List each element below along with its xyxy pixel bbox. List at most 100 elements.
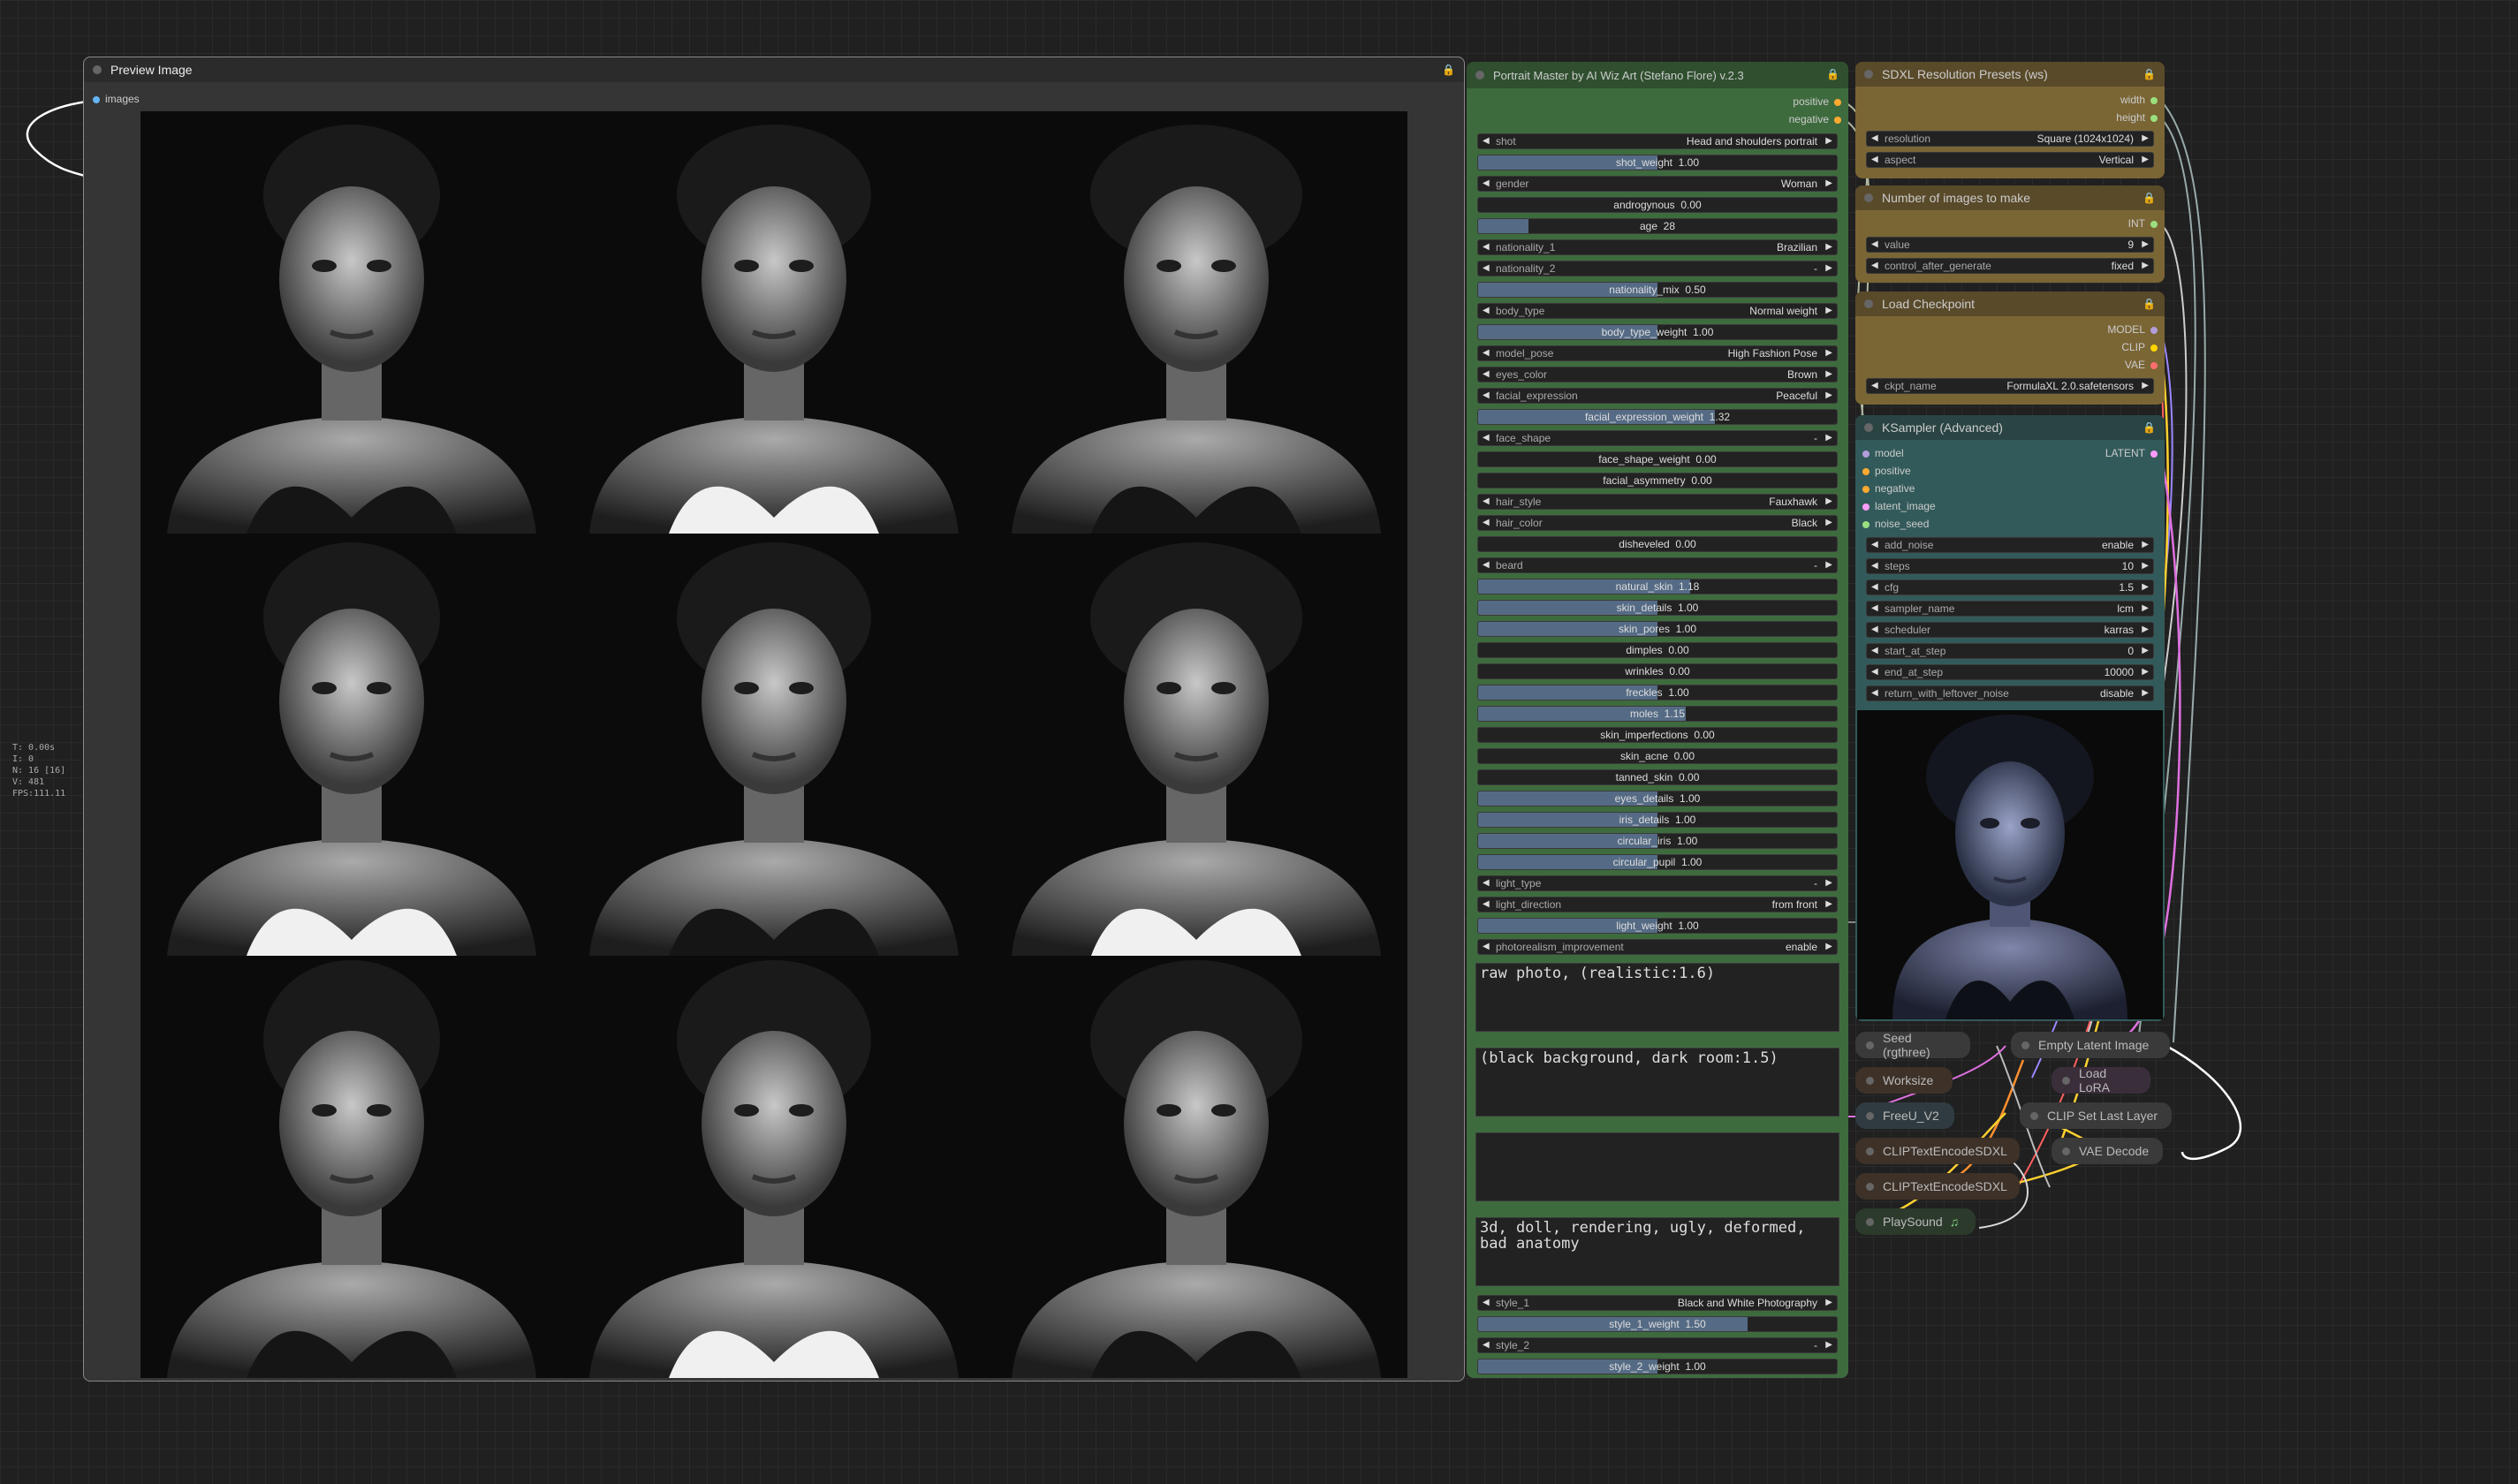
slider-tanned-skin[interactable]: tanned_skin 0.00 xyxy=(1477,769,1838,785)
collapse-dot-icon[interactable] xyxy=(2021,1041,2029,1049)
output-negative[interactable]: negative xyxy=(1789,113,1841,125)
combo-eyes-color[interactable]: ◀ eyes_color Brown ▶ xyxy=(1477,367,1838,382)
combo-resolution[interactable]: ◀ resolution Square (1024x1024) ▶ xyxy=(1866,131,2154,147)
output-dot-icon[interactable] xyxy=(1834,99,1841,106)
decrement-arrow-icon[interactable]: ◀ xyxy=(1871,259,1878,273)
input-noise-seed[interactable]: noise_seed xyxy=(1862,518,1929,530)
collapse-dot-icon[interactable] xyxy=(2030,1111,2038,1120)
decrement-arrow-icon[interactable]: ◀ xyxy=(1871,665,1878,679)
collapse-dot-icon[interactable] xyxy=(93,65,102,74)
portrait-image[interactable] xyxy=(140,111,563,534)
increment-arrow-icon[interactable]: ▶ xyxy=(1825,240,1832,254)
input-dot-icon[interactable] xyxy=(1862,504,1870,511)
slider-facial-asymmetry[interactable]: facial_asymmetry 0.00 xyxy=(1477,473,1838,488)
decrement-arrow-icon[interactable]: ◀ xyxy=(1483,897,1490,912)
decrement-arrow-icon[interactable]: ◀ xyxy=(1871,538,1878,552)
increment-arrow-icon[interactable]: ▶ xyxy=(1825,431,1832,445)
increment-arrow-icon[interactable]: ▶ xyxy=(2142,602,2149,616)
combo-beard[interactable]: ◀ beard - ▶ xyxy=(1477,557,1838,573)
output-dot-icon[interactable] xyxy=(2150,115,2158,122)
portrait-image[interactable] xyxy=(985,534,1407,956)
increment-arrow-icon[interactable]: ▶ xyxy=(1825,367,1832,382)
output-latent[interactable]: LATENT xyxy=(2105,447,2158,459)
slider-moles[interactable]: moles 1.15 xyxy=(1477,706,1838,722)
output-dot-icon[interactable] xyxy=(2150,327,2158,334)
slider-facial-expression-weight[interactable]: facial_expression_weight 1.32 xyxy=(1477,409,1838,425)
combo-add-noise[interactable]: ◀ add_noise enable ▶ xyxy=(1866,537,2154,553)
combo-control-after-generate[interactable]: ◀ control_after_generate fixed ▶ xyxy=(1866,258,2154,274)
portrait-image[interactable] xyxy=(563,534,985,956)
node-title-bar[interactable]: Preview Image 🔒 xyxy=(84,57,1464,82)
image-grid[interactable] xyxy=(140,111,1407,1378)
input-model[interactable]: model xyxy=(1862,447,1904,459)
prompt-textarea-1[interactable]: raw photo, (realistic:1.6) xyxy=(1475,963,1839,1032)
decrement-arrow-icon[interactable]: ◀ xyxy=(1483,304,1490,318)
collapse-dot-icon[interactable] xyxy=(1866,1111,1874,1120)
load-checkpoint-node[interactable]: Load Checkpoint 🔒 MODEL CLIP VAE ◀ ckpt_name… xyxy=(1855,292,2165,405)
preview-image-node[interactable]: Preview Image 🔒 images xyxy=(83,57,1465,1382)
decrement-arrow-icon[interactable]: ◀ xyxy=(1483,558,1490,572)
combo-photorealism-improvement[interactable]: ◀ photorealism_improvement enable ▶ xyxy=(1477,939,1838,955)
decrement-arrow-icon[interactable]: ◀ xyxy=(1483,240,1490,254)
portrait-image[interactable] xyxy=(985,111,1407,534)
slider-nationality-mix[interactable]: nationality_mix 0.50 xyxy=(1477,282,1838,298)
increment-arrow-icon[interactable]: ▶ xyxy=(2142,623,2149,637)
seed-rgthree-node[interactable]: Seed (rgthree) xyxy=(1855,1031,1970,1059)
decrement-arrow-icon[interactable]: ◀ xyxy=(1483,134,1490,148)
increment-arrow-icon[interactable]: ▶ xyxy=(2142,538,2149,552)
combo-style-2[interactable]: ◀ style_2 - ▶ xyxy=(1477,1337,1838,1353)
increment-arrow-icon[interactable]: ▶ xyxy=(1825,516,1832,530)
combo-facial-expression[interactable]: ◀ facial_expression Peaceful ▶ xyxy=(1477,388,1838,404)
slider-natural-skin[interactable]: natural_skin 1.18 xyxy=(1477,579,1838,594)
decrement-arrow-icon[interactable]: ◀ xyxy=(1871,580,1878,594)
increment-arrow-icon[interactable]: ▶ xyxy=(2142,238,2149,252)
decrement-arrow-icon[interactable]: ◀ xyxy=(1483,431,1490,445)
prompt-textarea-4[interactable]: 3d, doll, rendering, ugly, deformed, bad… xyxy=(1475,1217,1839,1286)
slider-style-2-weight[interactable]: style_2_weight 1.00 xyxy=(1477,1359,1838,1374)
output-height[interactable]: height xyxy=(2116,111,2158,124)
decrement-arrow-icon[interactable]: ◀ xyxy=(1483,261,1490,276)
input-dot-icon[interactable] xyxy=(93,96,100,103)
slider-freckles[interactable]: freckles 1.00 xyxy=(1477,685,1838,700)
playsound-node[interactable]: PlaySound ♫ xyxy=(1855,1208,1976,1235)
increment-arrow-icon[interactable]: ▶ xyxy=(1825,261,1832,276)
increment-arrow-icon[interactable]: ▶ xyxy=(1825,304,1832,318)
combo-hair-style[interactable]: ◀ hair_style Fauxhawk ▶ xyxy=(1477,494,1838,510)
input-dot-icon[interactable] xyxy=(1862,450,1870,458)
sdxl-resolution-node[interactable]: SDXL Resolution Presets (ws) 🔒 width heig… xyxy=(1855,62,2165,178)
portrait-image[interactable] xyxy=(140,534,563,956)
decrement-arrow-icon[interactable]: ◀ xyxy=(1871,238,1878,252)
output-model[interactable]: MODEL xyxy=(2107,323,2158,336)
output-dot-icon[interactable] xyxy=(2150,344,2158,352)
decrement-arrow-icon[interactable]: ◀ xyxy=(1871,686,1878,700)
input-positive[interactable]: positive xyxy=(1862,465,1911,477)
combo-model-pose[interactable]: ◀ model_pose High Fashion Pose ▶ xyxy=(1477,345,1838,361)
increment-arrow-icon[interactable]: ▶ xyxy=(1825,1338,1832,1352)
combo-end-at-step[interactable]: ◀ end_at_step 10000 ▶ xyxy=(1866,664,2154,680)
decrement-arrow-icon[interactable]: ◀ xyxy=(1483,346,1490,360)
slider-eyes-details[interactable]: eyes_details 1.00 xyxy=(1477,791,1838,806)
decrement-arrow-icon[interactable]: ◀ xyxy=(1871,623,1878,637)
increment-arrow-icon[interactable]: ▶ xyxy=(1825,495,1832,509)
number-of-images-node[interactable]: Number of images to make 🔒 INT ◀ value 9 ▶ ◀ c… xyxy=(1855,186,2165,283)
output-dot-icon[interactable] xyxy=(2150,97,2158,104)
decrement-arrow-icon[interactable]: ◀ xyxy=(1871,153,1878,167)
combo-style-1[interactable]: ◀ style_1 Black and White Photography ▶ xyxy=(1477,1295,1838,1311)
output-clip[interactable]: CLIP xyxy=(2121,341,2158,353)
collapse-dot-icon[interactable] xyxy=(2062,1147,2070,1155)
prompt-textarea-2[interactable]: (black background, dark room:1.5) xyxy=(1475,1048,1839,1117)
slider-style-1-weight[interactable]: style_1_weight 1.50 xyxy=(1477,1316,1838,1332)
decrement-arrow-icon[interactable]: ◀ xyxy=(1871,644,1878,658)
combo-body-type[interactable]: ◀ body_type Normal weight ▶ xyxy=(1477,303,1838,319)
output-positive[interactable]: positive xyxy=(1793,95,1841,108)
combo-sampler-name[interactable]: ◀ sampler_name lcm ▶ xyxy=(1866,601,2154,617)
increment-arrow-icon[interactable]: ▶ xyxy=(2142,379,2149,393)
combo-shot[interactable]: ◀ shot Head and shoulders portrait ▶ xyxy=(1477,133,1838,149)
collapse-dot-icon[interactable] xyxy=(2062,1076,2070,1085)
output-dot-icon[interactable] xyxy=(2150,221,2158,228)
decrement-arrow-icon[interactable]: ◀ xyxy=(1483,389,1490,403)
decrement-arrow-icon[interactable]: ◀ xyxy=(1871,602,1878,616)
slider-circular-pupil[interactable]: circular_pupil 1.00 xyxy=(1477,854,1838,870)
slider-disheveled[interactable]: disheveled 0.00 xyxy=(1477,536,1838,552)
slider-age[interactable]: age 28 xyxy=(1477,218,1838,234)
